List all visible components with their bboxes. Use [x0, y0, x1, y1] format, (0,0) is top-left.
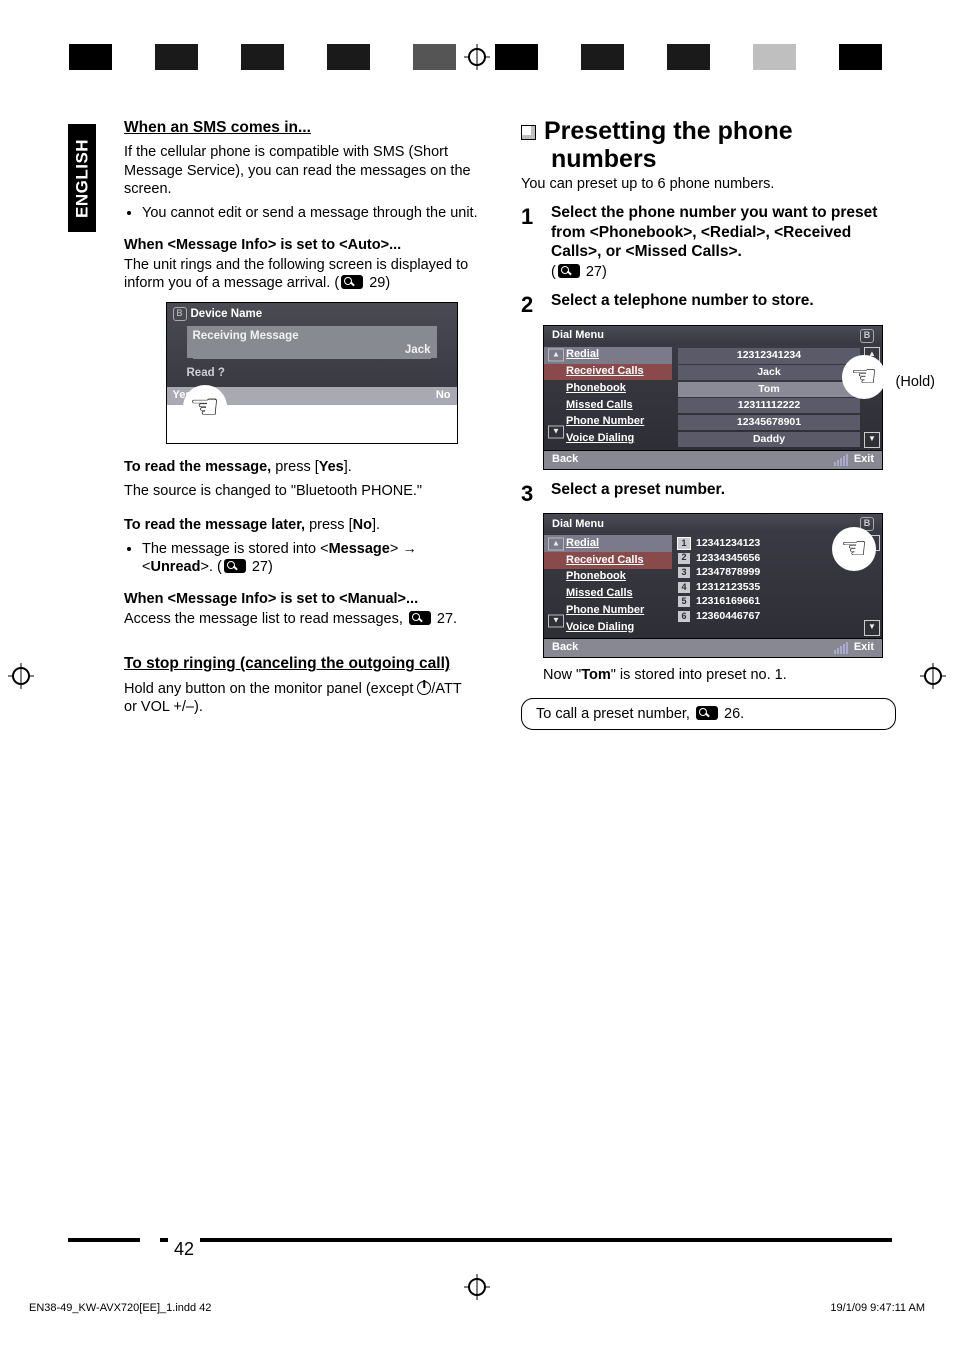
crosshair-icon — [920, 663, 946, 689]
page-number: 42 — [168, 1238, 200, 1261]
dial-menu-item[interactable]: ▲Redial — [544, 347, 672, 364]
step-2: 2 Select a telephone number to store. — [521, 291, 896, 319]
dial-menu-item[interactable]: Received Calls — [544, 552, 672, 569]
phone-name[interactable]: Daddy — [678, 432, 860, 447]
bluetooth-icon: B — [173, 307, 187, 321]
footer-right: 19/1/09 9:47:11 AM — [830, 1302, 925, 1316]
up-arrow-icon[interactable]: ▲ — [548, 537, 564, 550]
step-number: 3 — [521, 480, 541, 508]
print-footer: EN38-49_KW-AVX720[EE]_1.indd 42 19/1/09 … — [29, 1302, 925, 1316]
dial-menu-item[interactable]: Missed Calls — [544, 397, 672, 414]
step-3: 3 Select a preset number. — [521, 480, 896, 508]
para-manual: Access the message list to read messages… — [124, 610, 499, 628]
reference-icon — [224, 559, 246, 573]
para-auto: The unit rings and the following screen … — [124, 256, 499, 292]
para-source: The source is changed to "Bluetooth PHON… — [124, 482, 499, 500]
crosshair-icon — [464, 1274, 490, 1300]
section-box-icon — [521, 125, 536, 140]
para-read: To read the message, press [Yes]. — [124, 458, 499, 476]
reg-squares-right — [495, 44, 885, 70]
down-arrow-icon[interactable]: ▼ — [548, 426, 564, 439]
column-left: When an SMS comes in... If the cellular … — [124, 118, 499, 730]
up-arrow-icon[interactable]: ▲ — [548, 349, 564, 362]
note-box: To call a preset number, 26. — [521, 698, 896, 730]
bullet-item: The message is stored into <Message> → <… — [142, 540, 499, 576]
dial-menu-item[interactable]: Missed Calls — [544, 586, 672, 603]
reg-squares-left — [69, 44, 459, 70]
down-arrow-icon[interactable]: ▼ — [548, 614, 564, 627]
dial-menu-item[interactable]: ▼Voice Dialing — [544, 431, 672, 448]
heading-sms: When an SMS comes in... — [124, 118, 499, 137]
dial-screen-step2: Dial Menu B ▲Redial Received Calls Phone… — [543, 325, 883, 470]
bullet-list: You cannot edit or send a message throug… — [124, 204, 499, 222]
reference-icon — [409, 611, 431, 625]
para-intro: If the cellular phone is compatible with… — [124, 143, 499, 197]
preset-row[interactable]: 612360446767 — [678, 610, 860, 623]
step-heading: Select the phone number you want to pres… — [551, 203, 896, 261]
dial-menu-item[interactable]: Phonebook — [544, 380, 672, 397]
scroll-down-icon[interactable]: ▼ — [864, 432, 880, 448]
footer-left: EN38-49_KW-AVX720[EE]_1.indd 42 — [29, 1302, 211, 1316]
power-icon — [417, 681, 431, 695]
screen-device-name: Device Name — [191, 307, 263, 321]
step-1: 1 Select the phone number you want to pr… — [521, 203, 896, 281]
dial-title: Dial Menu — [552, 329, 604, 343]
preset-row[interactable]: 312347878999 — [678, 566, 860, 579]
para-stop: Hold any button on the monitor panel (ex… — [124, 680, 499, 716]
phone-name[interactable]: Jack — [678, 365, 860, 380]
dial-menu-item[interactable]: ▲Redial — [544, 535, 672, 552]
reference-icon — [696, 706, 718, 720]
dial-screen-step3: Dial Menu B ▲Redial Received Calls Phone… — [543, 513, 883, 657]
reference-icon — [341, 275, 363, 289]
tap-hand-icon: ☜ — [183, 385, 227, 429]
softkey-back[interactable]: Back — [552, 453, 578, 467]
softkey-exit[interactable]: Exit — [854, 641, 874, 655]
softkey-exit[interactable]: Exit — [854, 453, 874, 467]
phone-number[interactable]: 12312341234 — [678, 348, 860, 363]
screen-receiving: Receiving Message — [193, 329, 431, 343]
section-title: Presetting the phone numbers — [521, 118, 896, 173]
softkey-back[interactable]: Back — [552, 641, 578, 655]
dial-menu-item[interactable]: ▼Voice Dialing — [544, 619, 672, 636]
scroll-down-icon[interactable]: ▼ — [864, 620, 880, 636]
crosshair-icon — [8, 663, 34, 689]
step-heading: Select a telephone number to store. — [551, 291, 896, 310]
phone-name-selected[interactable]: Tom — [678, 382, 860, 397]
tap-hand-icon: ☜ — [842, 355, 886, 399]
step-heading: Select a preset number. — [551, 480, 896, 499]
step-ref: ( 27) — [551, 263, 896, 281]
screen-read-prompt: Read ? — [187, 366, 437, 380]
subhead-manual: When <Message Info> is set to <Manual>..… — [124, 590, 499, 608]
bullet-item: You cannot edit or send a message throug… — [142, 204, 499, 222]
dial-menu-item[interactable]: Phonebook — [544, 569, 672, 586]
para-result: Now "Tom" is stored into preset no. 1. — [543, 666, 896, 684]
softkey-no[interactable]: No — [436, 389, 451, 403]
phone-number[interactable]: 12311112222 — [678, 398, 860, 413]
bullet-list-later: The message is stored into <Message> → <… — [124, 540, 499, 576]
arrow-right-icon: → — [402, 540, 417, 558]
language-tab: ENGLISH — [68, 124, 96, 232]
screen-sender: Jack — [193, 343, 431, 357]
signal-icon — [834, 454, 848, 466]
preset-row[interactable]: 412312123535 — [678, 581, 860, 594]
phone-number[interactable]: 12345678901 — [678, 415, 860, 430]
sms-screen-mock: B Device Name Receiving Message Jack Rea… — [166, 302, 458, 443]
para-preset-intro: You can preset up to 6 phone numbers. — [521, 175, 896, 193]
step-number: 1 — [521, 203, 541, 281]
column-right: Presetting the phone numbers You can pre… — [521, 118, 896, 730]
heading-stop: To stop ringing (canceling the outgoing … — [124, 654, 499, 673]
dial-menu-item[interactable]: Received Calls — [544, 364, 672, 381]
signal-icon — [834, 642, 848, 654]
dial-title: Dial Menu — [552, 518, 604, 532]
bluetooth-icon: B — [860, 329, 874, 343]
preset-row[interactable]: 512316169661 — [678, 595, 860, 608]
crosshair-icon — [464, 44, 490, 70]
step-number: 2 — [521, 291, 541, 319]
hold-label: (Hold) — [896, 373, 935, 391]
para-later: To read the message later, press [No]. — [124, 516, 499, 534]
reference-icon — [558, 264, 580, 278]
page-content: ENGLISH When an SMS comes in... If the c… — [68, 118, 896, 1262]
subhead-auto: When <Message Info> is set to <Auto>... — [124, 236, 499, 254]
